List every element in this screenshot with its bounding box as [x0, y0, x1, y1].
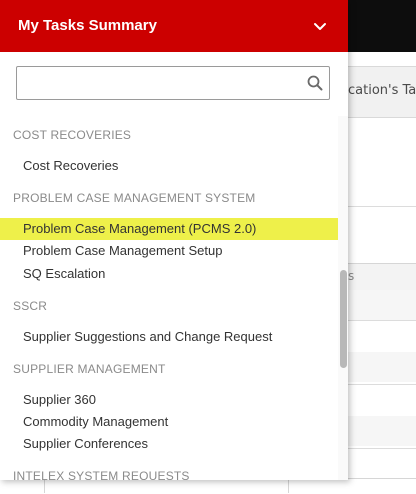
- list-item-commodity-management[interactable]: Commodity Management: [0, 411, 340, 433]
- background-table-row: [340, 416, 416, 446]
- list-item-label: Commodity Management: [23, 414, 169, 429]
- list-item-cost-recoveries[interactable]: Cost Recoveries: [0, 155, 340, 177]
- search-icon[interactable]: [307, 75, 323, 91]
- list-item-supplier-conferences[interactable]: Supplier Conferences: [0, 433, 340, 455]
- divider: [340, 320, 416, 321]
- list-item-label: Problem Case Management (PCMS 2.0): [23, 221, 257, 236]
- background-table-row: [340, 352, 416, 382]
- group-header-pcms: PROBLEM CASE MANAGEMENT SYSTEM: [13, 191, 256, 205]
- background-tab-label: cation's Ta: [348, 83, 416, 98]
- group-header-sscr: SSCR: [13, 299, 48, 313]
- search-box[interactable]: [16, 66, 330, 100]
- divider: [288, 478, 289, 493]
- list-item-label: Cost Recoveries: [23, 158, 119, 173]
- divider: [340, 448, 416, 449]
- list-item-supplier-360[interactable]: Supplier 360: [0, 389, 340, 411]
- list-item-sq-escalation[interactable]: SQ Escalation: [0, 263, 340, 285]
- list-item-supplier-suggestions[interactable]: Supplier Suggestions and Change Request: [0, 326, 340, 348]
- divider: [44, 478, 45, 493]
- scrollbar-thumb[interactable]: [340, 270, 347, 368]
- dropdown-title: My Tasks Summary: [18, 17, 157, 34]
- group-header-supplier-management: SUPPLIER MANAGEMENT: [13, 362, 166, 376]
- list-item-label: Problem Case Management Setup: [23, 243, 223, 258]
- my-tasks-dropdown: My Tasks Summary COST RECOVERIES Cost Re…: [0, 0, 348, 480]
- list-item-pcms-setup[interactable]: Problem Case Management Setup: [0, 240, 340, 262]
- group-header-cost-recoveries: COST RECOVERIES: [13, 128, 132, 142]
- divider: [340, 206, 416, 207]
- search-input[interactable]: [25, 71, 299, 95]
- list-item-label: Supplier 360: [23, 392, 96, 407]
- list-item-label: SQ Escalation: [23, 266, 106, 281]
- dropdown-header[interactable]: My Tasks Summary: [0, 0, 348, 52]
- list-item-label: Supplier Conferences: [23, 436, 149, 451]
- background-table-row: [0, 478, 416, 494]
- list-item-pcms-2[interactable]: Problem Case Management (PCMS 2.0): [0, 218, 340, 240]
- list-item-label: Supplier Suggestions and Change Request: [23, 329, 273, 344]
- divider: [340, 384, 416, 385]
- background-tab[interactable]: cation's Ta: [340, 66, 416, 118]
- background-table-header: s: [340, 263, 416, 291]
- task-list: COST RECOVERIES Cost Recoveries PROBLEM …: [0, 116, 340, 480]
- background-table-row: [340, 290, 416, 320]
- group-header-intelex: INTELEX SYSTEM REQUESTS: [13, 469, 190, 480]
- chevron-down-icon[interactable]: [312, 20, 328, 34]
- background-column-header: s: [348, 269, 355, 283]
